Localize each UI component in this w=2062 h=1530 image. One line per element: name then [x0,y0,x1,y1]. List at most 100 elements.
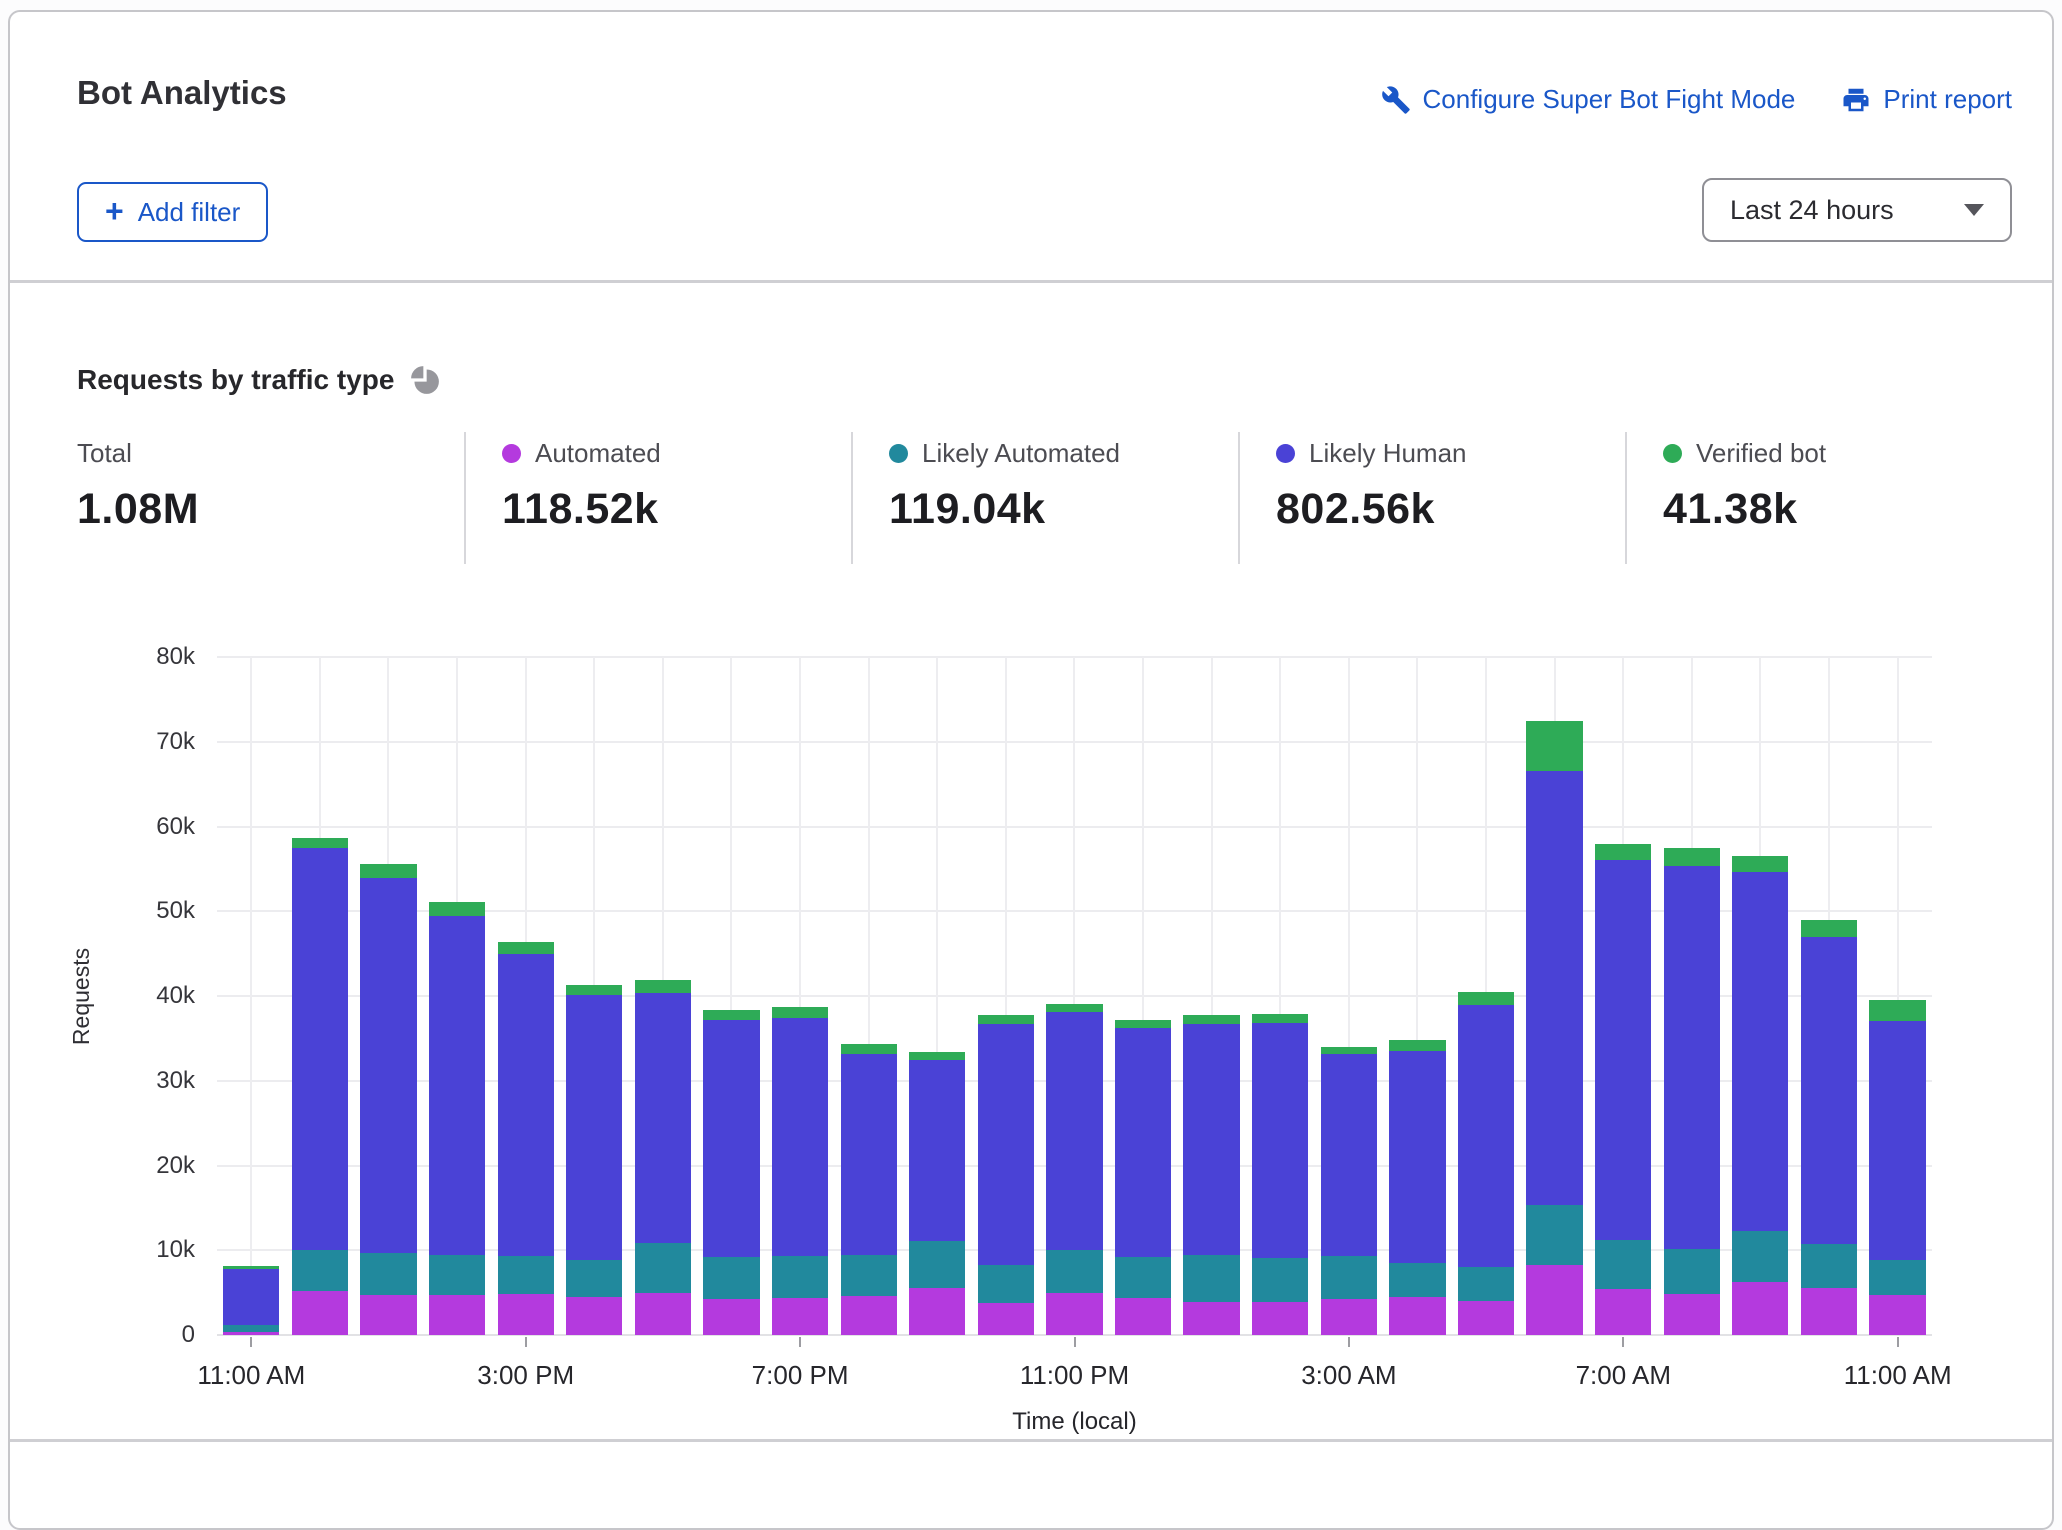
bar-segment[interactable] [841,1255,897,1297]
bar-segment[interactable] [1321,1054,1377,1256]
stacked-bar[interactable] [1801,920,1857,1335]
bar-segment[interactable] [292,1250,348,1291]
bar-segment[interactable] [1252,1014,1308,1023]
print-report-link[interactable]: Print report [1841,84,2012,115]
bar-segment[interactable] [1183,1255,1239,1302]
bar-segment[interactable] [841,1054,897,1255]
bar-segment[interactable] [1869,1295,1925,1335]
stat-verified-bot[interactable]: Verified bot 41.38k [1625,432,2012,564]
stacked-bar[interactable] [841,1044,897,1335]
configure-super-bot-fight-mode-link[interactable]: Configure Super Bot Fight Mode [1381,84,1796,115]
bar-segment[interactable] [292,1291,348,1335]
bar-segment[interactable] [223,1332,279,1335]
bar-segment[interactable] [1595,1240,1651,1289]
bar-segment[interactable] [1664,1249,1720,1295]
bar-segment[interactable] [1869,1000,1925,1021]
stacked-bar[interactable] [703,1010,759,1335]
bar-segment[interactable] [498,1256,554,1294]
bar-segment[interactable] [566,1260,622,1296]
bar-segment[interactable] [1183,1015,1239,1024]
stacked-bar[interactable] [1664,848,1720,1335]
bar-segment[interactable] [429,916,485,1254]
bar-segment[interactable] [1115,1028,1171,1257]
bar-segment[interactable] [498,1294,554,1335]
bar-segment[interactable] [1801,1288,1857,1335]
bar-segment[interactable] [1869,1260,1925,1295]
bar-segment[interactable] [909,1052,965,1060]
bar-segment[interactable] [429,1295,485,1335]
bar-segment[interactable] [360,1253,416,1295]
bar-segment[interactable] [1458,1267,1514,1301]
bar-segment[interactable] [1046,1012,1102,1250]
bar-segment[interactable] [1458,992,1514,1005]
bar-segment[interactable] [978,1265,1034,1303]
bar-segment[interactable] [1732,856,1788,872]
bar-segment[interactable] [1595,860,1651,1240]
bar-segment[interactable] [703,1010,759,1020]
bar-segment[interactable] [703,1299,759,1335]
bar-segment[interactable] [223,1269,279,1325]
stacked-bar[interactable] [1869,1000,1925,1335]
bar-segment[interactable] [566,995,622,1260]
bar-segment[interactable] [1526,1265,1582,1335]
bar-segment[interactable] [978,1303,1034,1335]
time-range-select[interactable]: Last 24 hours [1702,178,2012,242]
bar-segment[interactable] [1801,1244,1857,1287]
bar-segment[interactable] [1732,872,1788,1230]
stacked-bar[interactable] [635,980,691,1335]
bar-segment[interactable] [772,1018,828,1256]
bar-segment[interactable] [360,878,416,1253]
bar-segment[interactable] [1526,1205,1582,1264]
bar-segment[interactable] [429,1255,485,1296]
bar-segment[interactable] [360,1295,416,1335]
bar-segment[interactable] [1321,1299,1377,1335]
stacked-bar[interactable] [566,985,622,1335]
bar-segment[interactable] [360,864,416,878]
stacked-bar[interactable] [772,1007,828,1335]
bar-segment[interactable] [772,1007,828,1018]
bar-segment[interactable] [1801,937,1857,1245]
stacked-bar[interactable] [1183,1015,1239,1335]
bar-segment[interactable] [978,1024,1034,1265]
bar-segment[interactable] [292,838,348,847]
stacked-bar[interactable] [1321,1047,1377,1335]
bar-segment[interactable] [1664,1294,1720,1335]
bar-segment[interactable] [841,1296,897,1335]
stat-automated[interactable]: Automated 118.52k [464,432,851,564]
bar-segment[interactable] [1389,1263,1445,1297]
bar-segment[interactable] [1664,866,1720,1249]
bar-segment[interactable] [635,993,691,1243]
stacked-bar[interactable] [1115,1020,1171,1335]
stacked-bar[interactable] [1252,1014,1308,1335]
bar-segment[interactable] [1389,1051,1445,1263]
stacked-bar[interactable] [1046,1004,1102,1335]
bar-segment[interactable] [1869,1021,1925,1260]
bar-segment[interactable] [1732,1282,1788,1335]
bar-segment[interactable] [1321,1047,1377,1055]
bar-segment[interactable] [703,1020,759,1257]
stacked-bar[interactable] [498,942,554,1335]
bar-segment[interactable] [909,1241,965,1288]
bar-segment[interactable] [772,1298,828,1335]
bar-segment[interactable] [635,1293,691,1335]
bar-segment[interactable] [1321,1256,1377,1299]
bar-segment[interactable] [1595,844,1651,861]
bar-segment[interactable] [1389,1297,1445,1335]
stacked-bar[interactable] [223,1266,279,1335]
bar-segment[interactable] [1046,1250,1102,1292]
bar-segment[interactable] [1458,1301,1514,1335]
bar-segment[interactable] [1732,1231,1788,1282]
bar-segment[interactable] [566,985,622,995]
bar-segment[interactable] [909,1288,965,1335]
stacked-bar[interactable] [292,838,348,1335]
bar-segment[interactable] [635,1243,691,1293]
bar-segment[interactable] [1046,1293,1102,1335]
bar-segment[interactable] [1115,1257,1171,1298]
bar-segment[interactable] [772,1256,828,1298]
bar-segment[interactable] [1252,1302,1308,1335]
bar-segment[interactable] [1595,1289,1651,1335]
bar-segment[interactable] [841,1044,897,1053]
stat-likely-automated[interactable]: Likely Automated 119.04k [851,432,1238,564]
bar-segment[interactable] [1801,920,1857,937]
bar-segment[interactable] [1526,771,1582,1205]
